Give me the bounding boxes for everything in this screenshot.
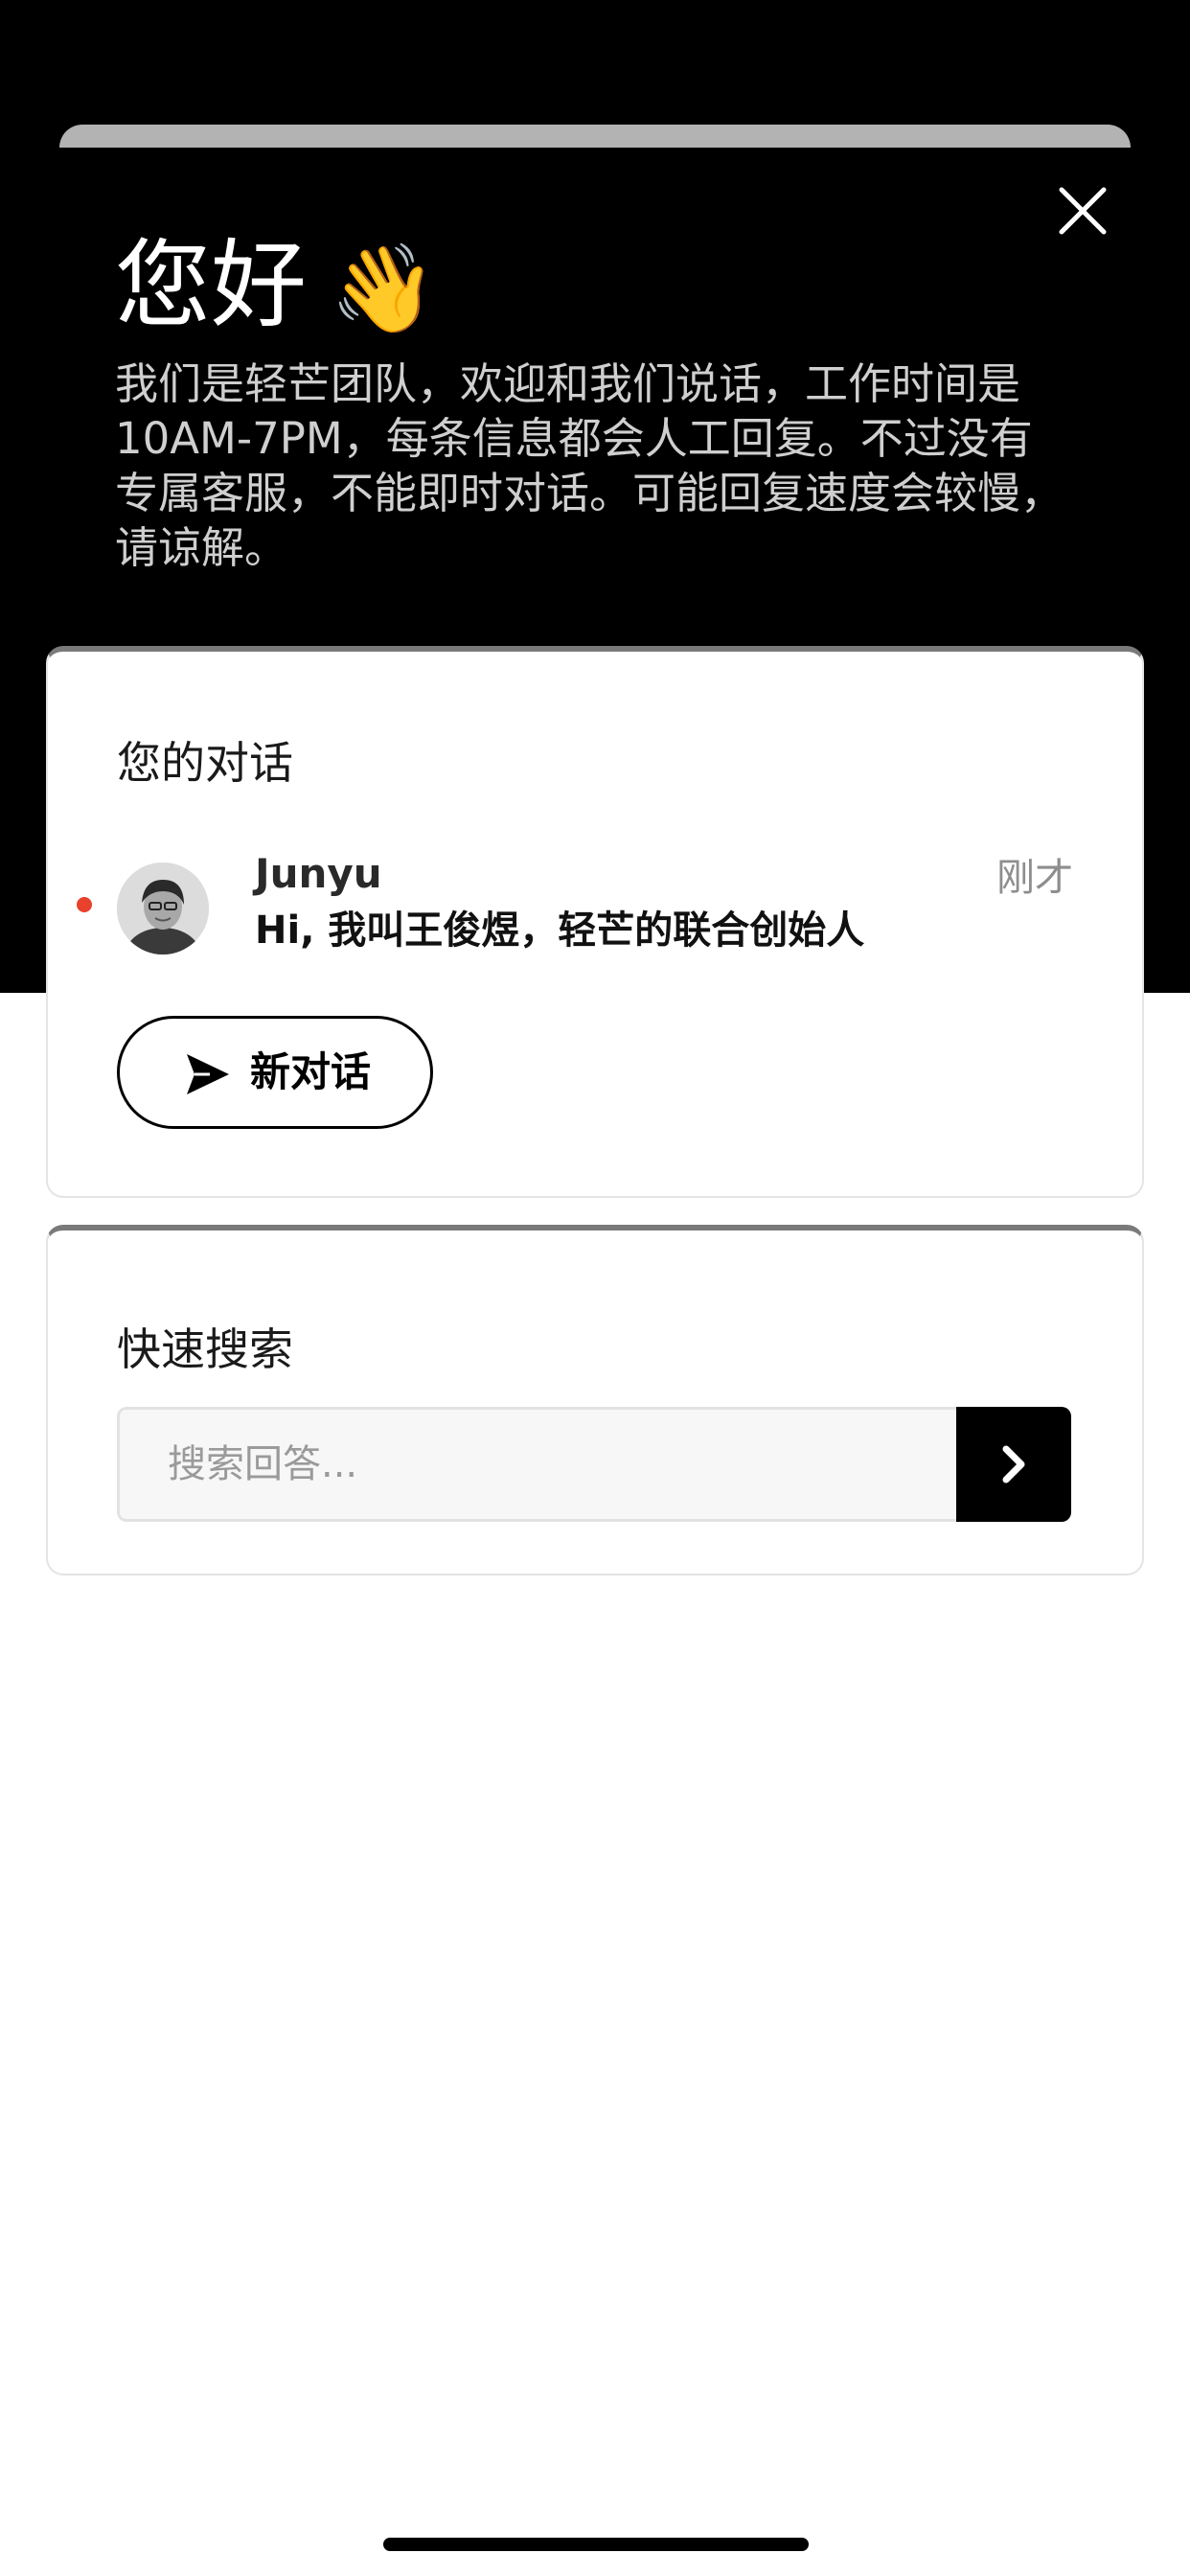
waving-hand-emoji: 👋 bbox=[330, 239, 438, 339]
conversation-preview: Hi, 我叫王俊煜，轻芒的联合创始人 bbox=[255, 908, 865, 953]
greeting-heading: 您好 👋 bbox=[115, 228, 437, 347]
greeting-text: 您好 bbox=[115, 229, 307, 341]
home-indicator[interactable] bbox=[383, 2538, 809, 2551]
chevron-right-icon bbox=[1002, 1445, 1025, 1484]
avatar bbox=[117, 862, 209, 954]
new-conversation-button[interactable]: 新对话 bbox=[117, 1016, 433, 1129]
close-icon bbox=[1059, 187, 1107, 235]
conversations-title: 您的对话 bbox=[117, 737, 293, 789]
new-conversation-label: 新对话 bbox=[250, 1048, 372, 1095]
quick-search-card: 快速搜索 bbox=[46, 1225, 1144, 1576]
conversation-item[interactable]: Junyu 刚才 Hi, 我叫王俊煜，轻芒的联合创始人 bbox=[48, 849, 1142, 964]
search-input[interactable] bbox=[117, 1407, 956, 1522]
conversation-sender-name: Junyu bbox=[255, 850, 382, 897]
quick-search-title: 快速搜索 bbox=[117, 1323, 293, 1375]
close-button[interactable] bbox=[1052, 180, 1113, 242]
conversation-timestamp: 刚才 bbox=[996, 856, 1073, 900]
search-box bbox=[117, 1407, 1071, 1522]
unread-indicator bbox=[77, 897, 92, 912]
search-submit-button[interactable] bbox=[956, 1407, 1071, 1522]
send-icon bbox=[187, 1054, 229, 1094]
conversations-card: 您的对话 Junyu 刚才 Hi, 我叫王俊煜，轻芒的联合创始人 新对话 bbox=[46, 646, 1144, 1198]
messenger-home-screen: 您好 👋 我们是轻芒团队，欢迎和我们说话，工作时间是10AM-7PM，每条信息都会… bbox=[0, 0, 1190, 2576]
intro-text: 我们是轻芒团队，欢迎和我们说话，工作时间是10AM-7PM，每条信息都会人工回复… bbox=[115, 358, 1064, 573]
header-sheet bbox=[0, 148, 1190, 186]
